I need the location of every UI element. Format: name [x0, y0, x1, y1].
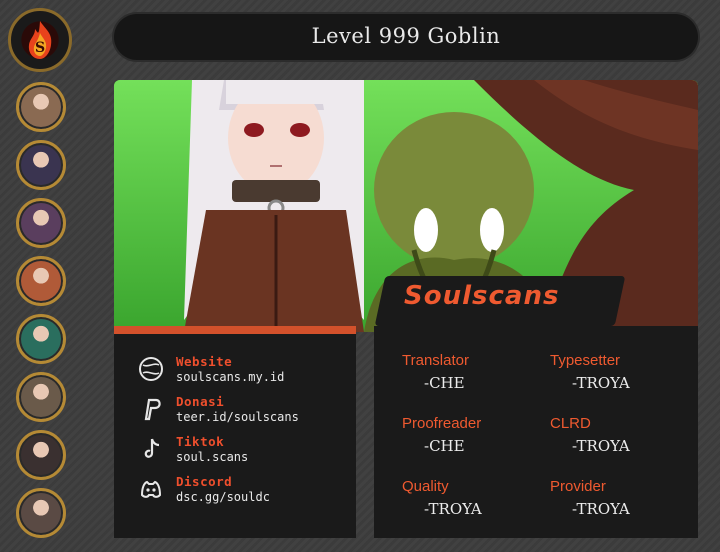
link-url: dsc.gg/souldc	[176, 490, 270, 504]
avatar-7[interactable]	[16, 430, 66, 480]
link-label: Discord	[176, 474, 233, 489]
credit-role: Proofreader	[402, 415, 482, 432]
credit-name: -TROYA	[424, 500, 482, 518]
soulscans-logo[interactable]: S	[8, 8, 72, 72]
donasi-link[interactable]: Donasi teer.id/soulscans	[138, 392, 348, 428]
title-bar: Level 999 Goblin	[114, 14, 698, 60]
credit-role: Quality	[402, 478, 449, 495]
credit-name: -TROYA	[572, 500, 630, 518]
avatar-2[interactable]	[16, 140, 66, 190]
avatar-8[interactable]	[16, 488, 66, 538]
discord-link[interactable]: Discord dsc.gg/souldc	[138, 472, 348, 508]
social-links-panel: Website soulscans.my.id Donasi teer.id/s…	[114, 326, 356, 538]
tiktok-icon	[144, 438, 160, 458]
link-url: teer.id/soulscans	[176, 410, 299, 424]
website-link[interactable]: Website soulscans.my.id	[138, 352, 348, 388]
credit-name: -TROYA	[572, 437, 630, 455]
avatar-1[interactable]	[16, 82, 66, 132]
brand-name: Soulscans	[404, 281, 560, 311]
credit-name: -TROYA	[572, 374, 630, 392]
avatar-5[interactable]	[16, 314, 66, 364]
credit-role: Typesetter	[550, 352, 621, 369]
credit-name: -CHE	[424, 374, 465, 392]
avatar-4[interactable]	[16, 256, 66, 306]
accent-bar	[114, 326, 356, 334]
avatar-3[interactable]	[16, 198, 66, 248]
link-label: Donasi	[176, 394, 225, 409]
credit-name: -CHE	[424, 437, 465, 455]
page-title: Level 999 Goblin	[311, 24, 501, 48]
credit-role: CLRD	[550, 415, 591, 432]
globe-icon	[139, 357, 163, 381]
link-label: Tiktok	[176, 434, 225, 449]
paypal-icon	[144, 398, 161, 421]
link-label: Website	[176, 354, 233, 369]
flame-logo-icon: S	[28, 21, 52, 59]
avatar-6[interactable]	[16, 372, 66, 422]
credits-panel: Translator -CHE Typesetter -TROYA Proofr…	[374, 326, 698, 538]
tiktok-link[interactable]: Tiktok soul.scans	[138, 432, 348, 468]
svg-text:S: S	[35, 40, 45, 56]
credit-role: Provider	[550, 478, 606, 495]
link-url: soul.scans	[176, 450, 249, 464]
link-url: soulscans.my.id	[176, 370, 285, 384]
credit-role: Translator	[402, 352, 469, 369]
discord-icon	[140, 480, 162, 498]
